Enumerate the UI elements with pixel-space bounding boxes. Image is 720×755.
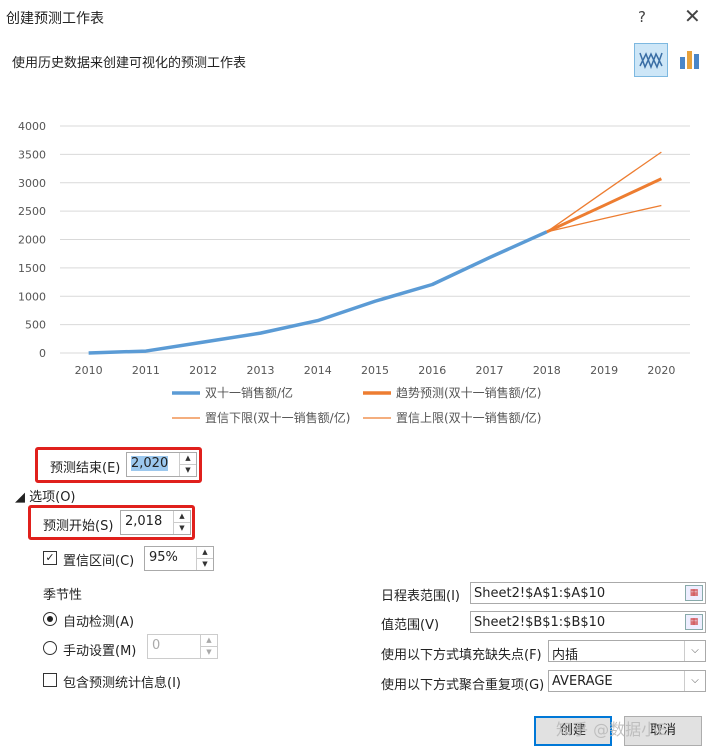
y-tick-label: 2500 (18, 205, 46, 218)
forecast-chart: 0 500 1000 1500 2000 2500 3000 3500 4000 2010 2011… (18, 120, 690, 425)
value-range-field[interactable]: Sheet2!$B$1:$B$10 ▦ (470, 611, 706, 633)
y-tick-label: 1500 (18, 262, 46, 275)
auto-detect-label: 自动检测(A) (63, 615, 135, 630)
timeline-range-label: 日程表范围(I) (381, 589, 460, 604)
bar-chart-icon[interactable] (674, 43, 708, 77)
x-tick-label: 2014 (304, 364, 332, 377)
fill-missing-select[interactable]: 内插 ⌵ (548, 640, 706, 663)
y-tick-label: 4000 (18, 120, 46, 133)
timeline-range-value[interactable]: Sheet2!$A$1:$A$10 (474, 586, 605, 601)
fill-missing-value[interactable]: 内插 (552, 644, 578, 663)
y-tick-label: 0 (39, 347, 46, 360)
watermark: 知乎 @数据小E (556, 720, 668, 739)
manual-seasonality-stepper[interactable]: 0 ▲ ▼ (147, 634, 218, 659)
range-select-icon[interactable]: ▦ (685, 614, 703, 630)
include-stats-label: 包含预测统计信息(I) (63, 676, 181, 691)
y-tick-label: 2000 (18, 234, 46, 247)
timeline-range-field[interactable]: Sheet2!$A$1:$A$10 ▦ (470, 582, 706, 604)
legend-label: 趋势预测(双十一销售额/亿) (396, 385, 541, 400)
options-toggle[interactable]: ◢ 选项(O) (15, 486, 76, 505)
x-tick-label: 2019 (590, 364, 618, 377)
value-range-value[interactable]: Sheet2!$B$1:$B$10 (474, 615, 605, 630)
close-button[interactable]: ✕ (684, 4, 701, 28)
spin-up-icon[interactable]: ▲ (174, 511, 190, 523)
dialog-title: 创建预测工作表 (6, 11, 104, 27)
check-icon: ✓ (45, 551, 55, 564)
x-tick-label: 2016 (418, 364, 446, 377)
chevron-down-icon[interactable]: ⌵ (684, 671, 705, 691)
spin-down-icon[interactable]: ▼ (180, 465, 196, 477)
range-select-icon[interactable]: ▦ (685, 585, 703, 601)
confidence-checkbox[interactable]: ✓ (43, 551, 57, 565)
y-tick-label: 3000 (18, 177, 46, 190)
manual-set-radio[interactable] (43, 641, 57, 655)
confidence-value[interactable]: 95% (149, 550, 178, 565)
chevron-down-icon[interactable]: ⌵ (684, 641, 705, 661)
y-tick-label: 500 (25, 319, 46, 332)
y-tick-label: 3500 (18, 148, 46, 161)
confidence-label: 置信区间(C) (63, 554, 135, 569)
spin-up-icon[interactable]: ▲ (180, 453, 196, 465)
forecast-start-stepper[interactable]: 2,018 ▲ ▼ (120, 510, 191, 535)
x-tick-label: 2012 (189, 364, 217, 377)
x-tick-label: 2017 (476, 364, 504, 377)
forecast-start-label: 预测开始(S) (43, 519, 114, 534)
fill-missing-label: 使用以下方式填充缺失点(F) (381, 648, 542, 663)
forecast-end-value[interactable]: 2,020 (131, 456, 169, 471)
x-tick-label: 2020 (647, 364, 675, 377)
help-button[interactable]: ? (638, 8, 646, 26)
line-chart-icon[interactable] (634, 43, 668, 77)
forecast-start-value[interactable]: 2,018 (125, 514, 162, 529)
spin-down-icon[interactable]: ▼ (174, 523, 190, 535)
legend-label: 置信下限(双十一销售额/亿) (205, 410, 350, 425)
y-tick-label: 1000 (18, 290, 46, 303)
auto-detect-radio[interactable] (43, 612, 57, 626)
spin-down-icon[interactable]: ▼ (201, 647, 217, 659)
spin-up-icon[interactable]: ▲ (201, 635, 217, 647)
series-line (546, 151, 662, 233)
x-tick-label: 2010 (75, 364, 103, 377)
dialog-subtitle: 使用历史数据来创建可视化的预测工作表 (12, 56, 247, 71)
aggregate-select[interactable]: AVERAGE ⌵ (548, 670, 706, 692)
manual-seasonality-value[interactable]: 0 (152, 638, 160, 653)
spin-down-icon[interactable]: ▼ (197, 559, 213, 571)
x-tick-label: 2018 (533, 364, 561, 377)
include-stats-checkbox[interactable] (43, 673, 57, 687)
x-tick-label: 2013 (246, 364, 274, 377)
legend-label: 双十一销售额/亿 (205, 385, 293, 400)
value-range-label: 值范围(V) (381, 618, 440, 633)
forecast-end-label: 预测结束(E) (50, 461, 121, 476)
aggregate-value[interactable]: AVERAGE (552, 674, 613, 689)
manual-set-label: 手动设置(M) (63, 644, 137, 659)
legend-label: 置信上限(双十一销售额/亿) (396, 410, 541, 425)
seasonality-heading: 季节性 (43, 588, 83, 603)
forecast-end-stepper[interactable]: 2,020 ▲ ▼ (126, 452, 197, 477)
aggregate-label: 使用以下方式聚合重复项(G) (381, 678, 545, 693)
series-line (88, 230, 548, 355)
spin-up-icon[interactable]: ▲ (197, 547, 213, 559)
series-line (546, 177, 662, 234)
x-tick-label: 2015 (361, 364, 389, 377)
series-line (546, 204, 662, 233)
confidence-stepper[interactable]: 95% ▲ ▼ (144, 546, 214, 571)
x-tick-label: 2011 (132, 364, 160, 377)
